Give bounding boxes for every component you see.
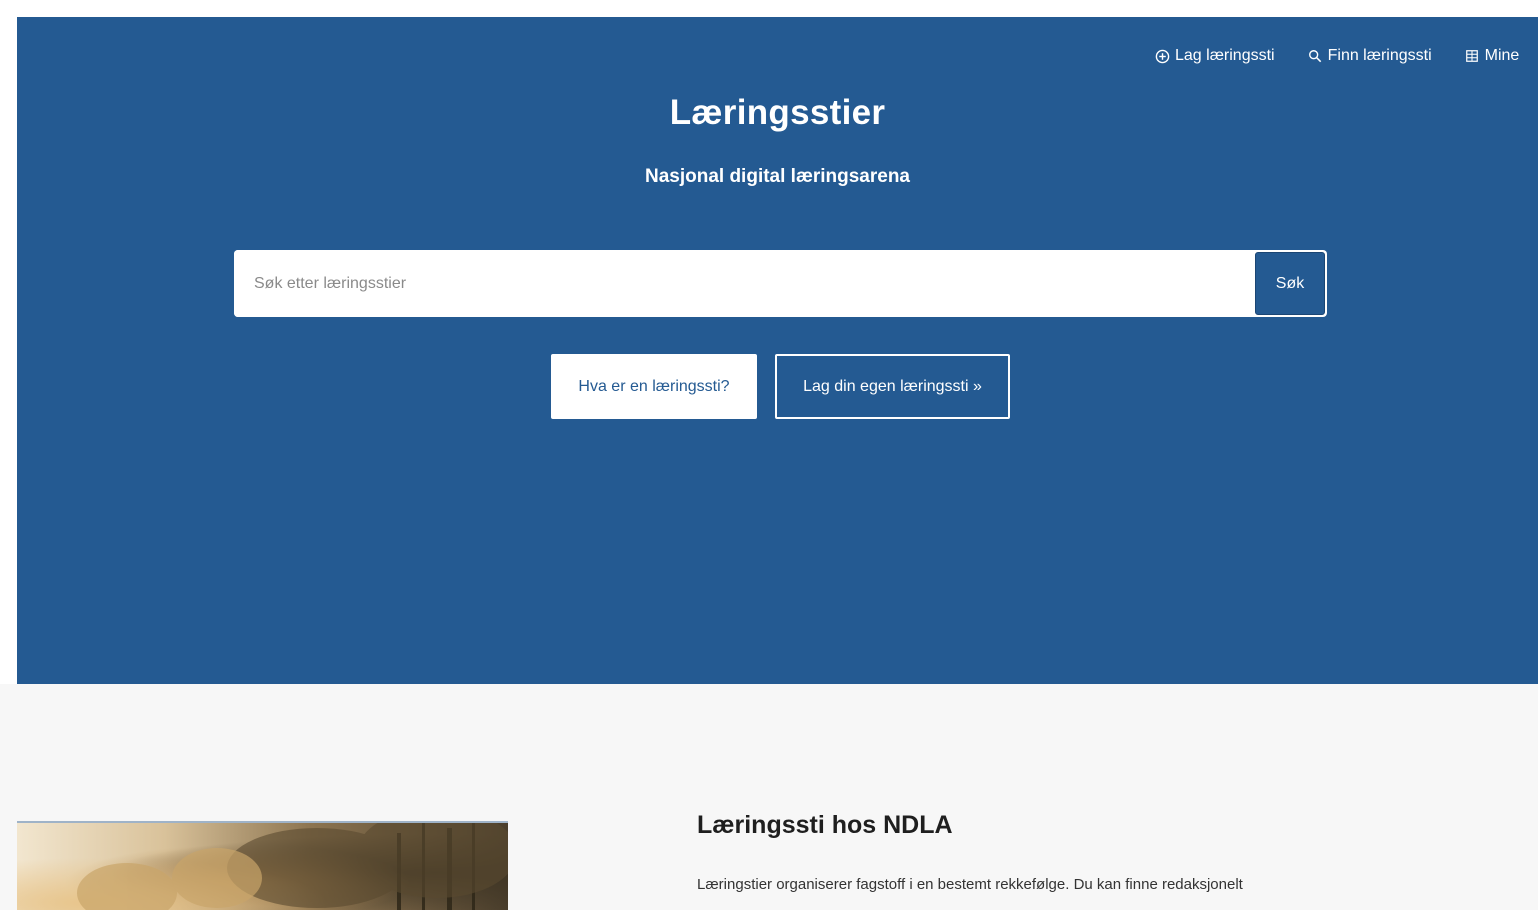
nav-finn-laeringssti[interactable]: Finn læringssti bbox=[1307, 47, 1432, 65]
top-navigation: Lag læringssti Finn læringssti Mine bbox=[1154, 47, 1538, 65]
nav-label: Mine bbox=[1484, 47, 1520, 64]
nav-mine[interactable]: Mine bbox=[1464, 47, 1520, 65]
info-section: Læringssti hos NDLA Læringstier organise… bbox=[0, 684, 1538, 910]
search-input[interactable] bbox=[234, 250, 1255, 317]
nav-label: Lag læringssti bbox=[1175, 47, 1275, 64]
info-text: Læringstier organiserer fagstoff i en be… bbox=[697, 876, 1243, 893]
what-is-learning-path-button[interactable]: Hva er en læringssti? bbox=[551, 354, 757, 419]
landscape-image bbox=[17, 821, 508, 910]
info-title: Læringssti hos NDLA bbox=[697, 811, 953, 839]
page: Lag læringssti Finn læringssti Mine Læri… bbox=[0, 0, 1538, 910]
nav-label: Finn læringssti bbox=[1327, 47, 1432, 64]
page-subtitle: Nasjonal digital læringsarena bbox=[644, 166, 911, 187]
search-icon bbox=[1307, 48, 1323, 64]
hero-section: Lag læringssti Finn læringssti Mine Læri… bbox=[17, 17, 1538, 684]
page-title: Læringsstier bbox=[669, 93, 886, 132]
plus-circle-icon bbox=[1154, 48, 1170, 64]
nav-lag-laeringssti[interactable]: Lag læringssti bbox=[1154, 47, 1275, 65]
search-button[interactable]: Søk bbox=[1255, 252, 1325, 315]
grid-icon bbox=[1464, 48, 1480, 64]
search-bar: Søk bbox=[234, 250, 1327, 317]
create-learning-path-button[interactable]: Lag din egen læringssti » bbox=[775, 354, 1010, 419]
